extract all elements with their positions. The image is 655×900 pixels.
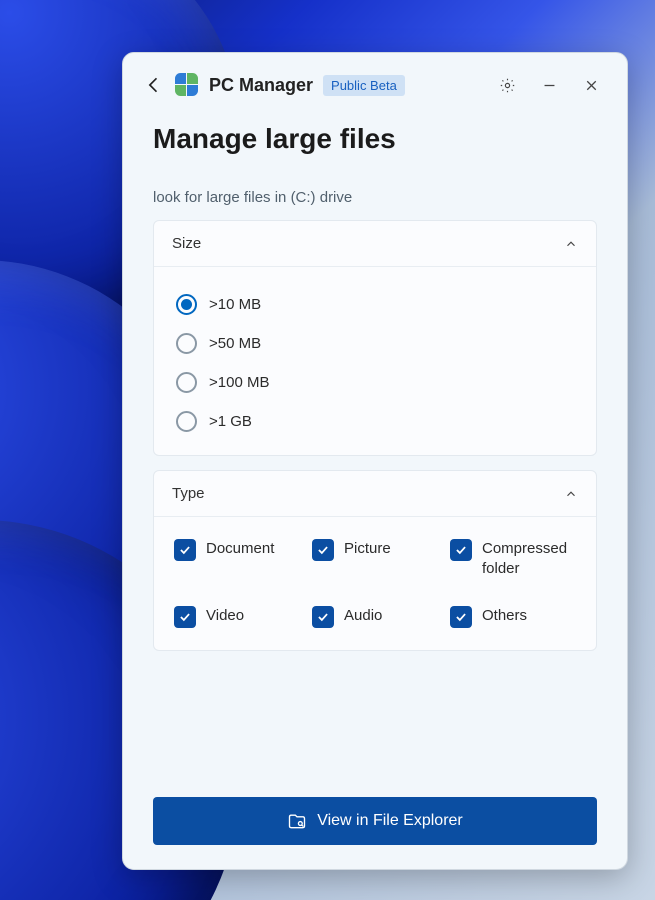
checkbox-icon	[174, 539, 196, 561]
view-in-explorer-button[interactable]: View in File Explorer	[153, 797, 597, 845]
size-option-1gb[interactable]: >1 GB	[172, 402, 578, 441]
chevron-up-icon	[564, 237, 578, 251]
type-option-compressed[interactable]: Compressed folder	[450, 539, 576, 578]
checkbox-label: Video	[206, 606, 244, 626]
minimize-button[interactable]	[533, 69, 565, 101]
folder-search-icon	[287, 811, 307, 831]
checkbox-icon	[312, 606, 334, 628]
radio-label: >100 MB	[209, 374, 269, 391]
type-option-audio[interactable]: Audio	[312, 606, 438, 628]
type-option-picture[interactable]: Picture	[312, 539, 438, 578]
radio-icon	[176, 333, 197, 354]
checkbox-icon	[450, 539, 472, 561]
pc-manager-window: PC Manager Public Beta Manage large file…	[122, 52, 628, 870]
radio-icon	[176, 294, 197, 315]
size-option-50mb[interactable]: >50 MB	[172, 324, 578, 363]
type-option-others[interactable]: Others	[450, 606, 576, 628]
checkbox-icon	[450, 606, 472, 628]
type-panel-label: Type	[172, 485, 205, 502]
titlebar: PC Manager Public Beta	[123, 53, 627, 111]
size-panel: Size >10 MB >50 MB >100 MB >1	[153, 220, 597, 456]
checkbox-label: Picture	[344, 539, 391, 559]
type-panel-header[interactable]: Type	[154, 471, 596, 517]
checkbox-icon	[174, 606, 196, 628]
size-panel-label: Size	[172, 235, 201, 252]
close-button[interactable]	[575, 69, 607, 101]
page-subtitle: look for large files in (C:) drive	[153, 189, 597, 206]
app-title: PC Manager	[209, 75, 313, 96]
size-option-100mb[interactable]: >100 MB	[172, 363, 578, 402]
settings-button[interactable]	[491, 69, 523, 101]
type-option-video[interactable]: Video	[174, 606, 300, 628]
page-title: Manage large files	[153, 123, 597, 155]
size-option-10mb[interactable]: >10 MB	[172, 285, 578, 324]
radio-label: >50 MB	[209, 335, 261, 352]
beta-badge: Public Beta	[323, 75, 405, 96]
checkbox-label: Audio	[344, 606, 382, 626]
radio-icon	[176, 411, 197, 432]
type-option-document[interactable]: Document	[174, 539, 300, 578]
size-panel-header[interactable]: Size	[154, 221, 596, 267]
checkbox-icon	[312, 539, 334, 561]
app-logo-icon	[175, 73, 199, 97]
type-panel: Type Document Picture Compressed folde	[153, 470, 597, 651]
chevron-up-icon	[564, 487, 578, 501]
radio-label: >1 GB	[209, 413, 252, 430]
checkbox-label: Document	[206, 539, 274, 559]
radio-icon	[176, 372, 197, 393]
checkbox-label: Compressed folder	[482, 539, 576, 578]
radio-label: >10 MB	[209, 296, 261, 313]
checkbox-label: Others	[482, 606, 527, 626]
action-label: View in File Explorer	[317, 812, 463, 830]
back-button[interactable]	[143, 74, 165, 96]
